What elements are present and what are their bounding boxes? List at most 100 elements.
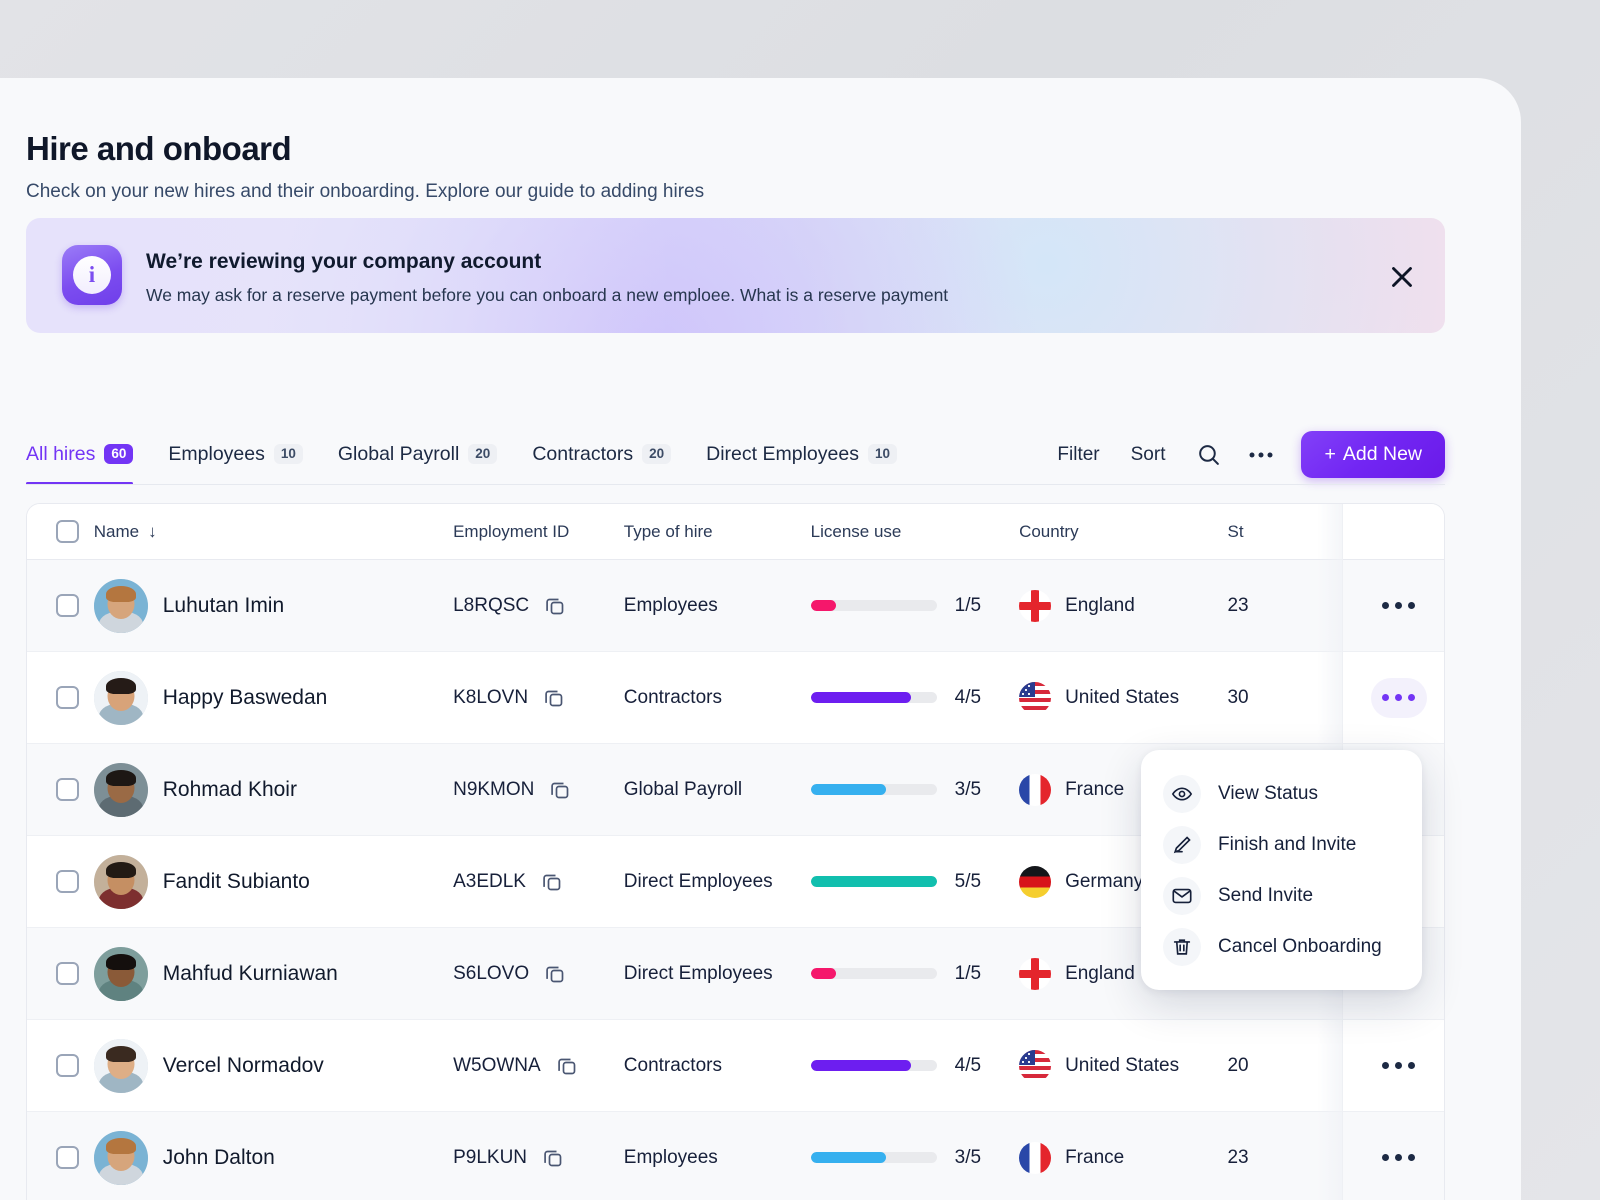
row-name-label: Fandit Subianto	[162, 869, 310, 893]
row-checkbox[interactable]	[56, 778, 79, 801]
cell-license-use: 4/5	[810, 1055, 1019, 1077]
flag-icon	[1019, 1141, 1052, 1174]
select-all-checkbox[interactable]	[56, 520, 79, 543]
cell-name: John Dalton	[93, 1130, 453, 1185]
column-header-license-use[interactable]: License use	[811, 522, 1019, 542]
sort-arrow-down-icon: ↓	[148, 521, 157, 541]
avatar-fandit-subianto	[93, 854, 148, 909]
filter-button[interactable]: Filter	[1057, 444, 1099, 466]
copy-icon[interactable]	[543, 962, 567, 986]
row-checkbox[interactable]	[56, 962, 79, 985]
table-header-row: Name ↓ Employment ID Type of hire Licens…	[27, 504, 1444, 560]
row-actions-button[interactable]	[1370, 677, 1427, 718]
license-progress-bar	[810, 968, 937, 979]
menu-item-send-invite[interactable]: Send Invite	[1141, 870, 1422, 921]
tab-global-payroll[interactable]: Global Payroll 20	[338, 423, 515, 485]
license-progress-bar	[810, 784, 937, 795]
cell-status: 20	[1227, 1055, 1353, 1077]
row-checkbox[interactable]	[56, 1054, 79, 1077]
info-icon: i	[62, 245, 122, 305]
copy-icon[interactable]	[541, 1146, 565, 1170]
cell-employment-id: L8RQSC	[453, 594, 624, 618]
cell-name: Luhutan Imin	[93, 578, 453, 633]
banner-description: We may ask for a reserve payment before …	[146, 285, 949, 305]
envelope-icon	[1163, 876, 1201, 915]
copy-icon[interactable]	[540, 870, 564, 894]
row-checkbox[interactable]	[56, 594, 79, 617]
row-name-label: Luhutan Imin	[162, 593, 285, 617]
tab-label: Contractors	[532, 442, 634, 465]
sort-button[interactable]: Sort	[1131, 444, 1166, 466]
menu-item-cancel-onboarding[interactable]: Cancel Onboarding	[1141, 921, 1422, 972]
table-row[interactable]: John Dalton P9LKUN Employees 3/5 France 23	[27, 1112, 1444, 1200]
avatar-happy-baswedan	[93, 670, 148, 725]
table-row[interactable]: Vercel Normadov W5OWNA Contractors 4/5 Unite…	[27, 1020, 1444, 1112]
more-horizontal-icon[interactable]	[1248, 450, 1274, 460]
close-icon[interactable]	[1385, 260, 1419, 294]
cell-type-of-hire: Global Payroll	[624, 779, 811, 801]
row-actions-button[interactable]	[1371, 1046, 1427, 1086]
info-glyph: i	[73, 256, 111, 294]
employment-id-label: L8RQSC	[453, 594, 530, 616]
add-new-button[interactable]: + Add New	[1301, 431, 1445, 478]
tab-direct-employees[interactable]: Direct Employees 10	[706, 423, 915, 485]
flag-icon	[1019, 1049, 1052, 1082]
row-select-cell	[27, 870, 94, 893]
menu-item-label: Send Invite	[1218, 884, 1314, 906]
table-row[interactable]: Happy Baswedan K8LOVN Contractors 4/5 United…	[27, 652, 1444, 744]
cell-license-use: 1/5	[810, 963, 1019, 985]
employment-id-label: A3EDLK	[453, 870, 526, 892]
cell-name: Mahfud Kurniawan	[93, 946, 453, 1001]
copy-icon[interactable]	[548, 778, 572, 802]
country-label: England	[1065, 594, 1135, 616]
country-label: United States	[1065, 1054, 1180, 1076]
column-header-status[interactable]: St	[1227, 522, 1353, 542]
column-header-country[interactable]: Country	[1019, 522, 1227, 542]
tab-label: Employees	[168, 442, 265, 465]
row-select-cell	[27, 962, 94, 985]
trash-icon	[1163, 927, 1201, 966]
cell-license-use: 5/5	[810, 871, 1019, 893]
tab-employees[interactable]: Employees 10	[168, 423, 321, 485]
column-header-employment-id[interactable]: Employment ID	[453, 522, 624, 542]
license-progress-bar	[810, 600, 937, 611]
avatar-mahfud-kurniawan	[93, 946, 148, 1001]
cell-license-use: 3/5	[810, 779, 1019, 801]
type-of-hire-label: Employees	[623, 1146, 718, 1168]
cell-status: 30	[1227, 687, 1353, 709]
country-label: France	[1065, 778, 1125, 800]
license-use-label: 1/5	[954, 594, 982, 616]
cell-actions	[1353, 677, 1444, 718]
table-row[interactable]: Luhutan Imin L8RQSC Employees 1/5 England 23	[27, 560, 1444, 652]
country-label: England	[1065, 962, 1135, 984]
cell-actions	[1353, 1046, 1444, 1086]
cell-type-of-hire: Direct Employees	[624, 963, 811, 985]
copy-icon[interactable]	[542, 686, 566, 710]
tab-count-badge: 60	[104, 444, 134, 464]
tab-contractors[interactable]: Contractors 20	[532, 423, 689, 485]
menu-item-finish-and-invite[interactable]: Finish and Invite	[1141, 819, 1422, 870]
copy-icon[interactable]	[543, 594, 567, 618]
column-header-type-of-hire[interactable]: Type of hire	[624, 522, 811, 542]
cell-employment-id: N9KMON	[453, 778, 624, 802]
search-icon[interactable]	[1196, 442, 1221, 467]
row-actions-button[interactable]	[1371, 1138, 1427, 1178]
column-header-name[interactable]: Name ↓	[94, 522, 453, 542]
row-select-cell	[27, 1054, 94, 1077]
row-select-cell	[27, 594, 94, 617]
row-checkbox[interactable]	[56, 1146, 79, 1169]
type-of-hire-label: Direct Employees	[623, 962, 773, 984]
country-label: France	[1065, 1146, 1125, 1168]
tab-count-badge: 10	[273, 444, 303, 464]
tab-count-badge: 20	[468, 444, 498, 464]
row-actions-button[interactable]	[1371, 586, 1427, 626]
copy-icon[interactable]	[555, 1054, 579, 1078]
employment-id-label: P9LKUN	[453, 1146, 528, 1168]
menu-item-view-status[interactable]: View Status	[1141, 768, 1422, 819]
row-checkbox[interactable]	[56, 686, 79, 709]
cell-country: United States	[1019, 681, 1227, 714]
cell-employment-id: P9LKUN	[453, 1146, 624, 1170]
column-label: License use	[810, 521, 902, 541]
tab-all-hires[interactable]: All hires 60	[26, 423, 151, 485]
row-checkbox[interactable]	[56, 870, 79, 893]
